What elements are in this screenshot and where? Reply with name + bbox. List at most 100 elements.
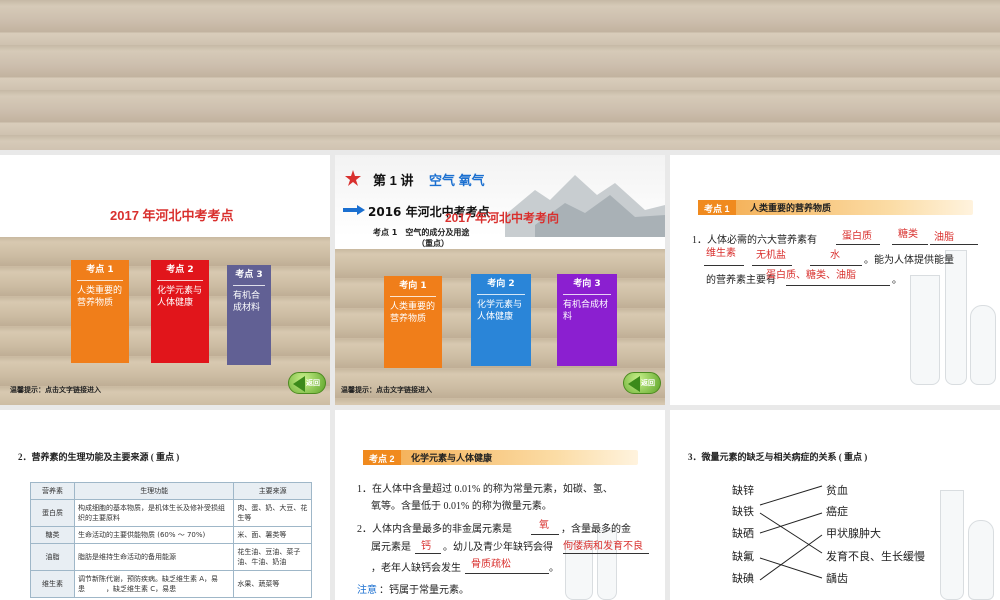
paragraph-text: ，含量最多的金 xyxy=(561,524,631,535)
direction-box-body: 化学元素与人体健康 xyxy=(477,300,523,322)
direction-box-body: 人类重要的营养物质 xyxy=(390,302,436,324)
blank-line xyxy=(415,553,441,554)
question-text: 。 xyxy=(892,275,902,286)
paragraph-text: 氧等。含量低于 0.01% 的称为微量元素。 xyxy=(371,501,552,512)
answer-text: 氧 xyxy=(539,520,549,531)
table-cell: 糖类 xyxy=(30,526,75,544)
blank-line xyxy=(563,553,649,554)
blank-line xyxy=(704,265,744,266)
table-row: 油脂 脂肪是维持生命活动的备用能源 花生油、豆油、菜子油、牛油、奶油 xyxy=(30,543,312,571)
back-arrow-icon xyxy=(293,376,305,392)
paragraph-text: 。幼儿及青少年缺钙会得 xyxy=(443,542,553,553)
star-icon xyxy=(345,170,361,186)
wood-header-background xyxy=(0,0,1000,150)
column-header: 生理功能 xyxy=(73,482,235,500)
back-arrow-icon xyxy=(628,376,640,392)
slide-thumbnail-4[interactable]: 2．营养素的生理功能及主要来源 ( 重点 ) 营养素 生理功能 主要来源 蛋白质… xyxy=(0,410,330,600)
table-row: 糖类 生命活动的主要供能物质 (60% ～ 70%) 米、面、薯类等 xyxy=(30,526,312,544)
direction-link-box[interactable]: 考向 1 人类重要的营养物质 xyxy=(384,276,442,368)
note-text: ：钙属于常量元素。 xyxy=(379,585,469,596)
table-cell: 维生素 xyxy=(30,570,75,598)
answer-text: 维生素 xyxy=(706,248,736,259)
table-cell: 水果、蔬菜等 xyxy=(233,570,312,598)
point-line-sub: （重点） xyxy=(417,239,449,248)
slide-thumbnail-3[interactable]: 考点 1 人类重要的营养物质 1．人体必需的六大营养素有 蛋白质 糖类 油脂 维… xyxy=(670,155,1000,405)
blank-line xyxy=(465,573,549,574)
direction-box-head: 考向 1 xyxy=(390,280,436,297)
topic-link-box[interactable]: 考点 1 人类重要的营养物质 xyxy=(71,260,129,363)
beaker-decoration xyxy=(970,305,996,385)
back-button[interactable]: 返回 xyxy=(288,372,326,394)
blank-line xyxy=(836,244,880,245)
paragraph-text: 属元素是 xyxy=(371,542,411,553)
section-heading: 人类重要的营养物质 xyxy=(750,204,832,214)
table-cell: 构成细胞的基本物质，是机体生长及修补受损组织的主要原料 xyxy=(73,499,235,527)
slide-thumbnail-6[interactable]: 3．微量元素的缺乏与相关病症的关系 ( 重点 ) 缺锌 缺铁 缺硒 缺氟 缺碘 … xyxy=(670,410,1000,600)
slide-thumbnail-1[interactable]: 2017 年河北中考考点 考点 1 人类重要的营养物质 考点 2 化学元素与人体… xyxy=(0,155,330,405)
column-header: 营养素 xyxy=(30,482,75,500)
answer-text: 骨质疏松 xyxy=(471,559,511,570)
note-label: 注意 xyxy=(357,585,377,596)
column-header: 主要来源 xyxy=(233,482,312,500)
slide-title: 2017 年河北中考考点 xyxy=(110,208,234,223)
topic-link-box[interactable]: 考点 2 化学元素与人体健康 xyxy=(151,260,209,363)
paragraph-text: 。 xyxy=(549,563,559,574)
question-text: 。能为人体提供能量 xyxy=(864,255,954,266)
test-tube-decoration xyxy=(945,250,967,385)
answer-text: 糖类 xyxy=(898,229,918,240)
direction-link-box[interactable]: 考向 2 化学元素与人体健康 xyxy=(471,274,531,366)
answer-text: 佝偻病和发育不良 xyxy=(563,541,643,552)
topic-box-body: 有机合成材料 xyxy=(233,291,261,313)
blank-line xyxy=(930,244,978,245)
paragraph-text: 1．在人体中含量超过 0.01% 的称为常量元素，如碳、氢、 xyxy=(357,484,613,495)
table-cell: 生命活动的主要供能物质 (60% ～ 70%) xyxy=(73,526,235,544)
table-row: 蛋白质 构成细胞的基本物质，是机体生长及修补受损组织的主要原料 肉、蛋、奶、大豆… xyxy=(30,499,312,527)
topic-box-head: 考点 3 xyxy=(233,269,265,286)
section-bar xyxy=(363,450,638,465)
section-heading: 化学元素与人体健康 xyxy=(411,454,493,464)
hint-text: 温馨提示：点击文字链接进入 xyxy=(10,386,101,394)
blank-line xyxy=(786,285,890,286)
table-cell: 调节新陈代谢，预防疾病。缺乏维生素 A，易患 ，缺乏维生素 C，易患 xyxy=(73,570,235,598)
answer-text: 钙 xyxy=(421,541,431,552)
table-cell: 油脂 xyxy=(30,543,75,571)
section-tag: 考点 2 xyxy=(363,450,401,465)
lecture-number: 第 1 讲 xyxy=(373,173,414,188)
table-cell: 花生油、豆油、菜子油、牛油、奶油 xyxy=(233,543,312,571)
back-button[interactable]: 返回 xyxy=(623,372,661,394)
direction-box-body: 有机合成材料 xyxy=(563,300,609,322)
answer-text: 油脂 xyxy=(934,232,954,243)
topic-box-body: 化学元素与人体健康 xyxy=(157,286,203,308)
flask-decoration xyxy=(910,275,940,385)
matching-lines xyxy=(759,485,823,581)
slide-thumbnail-5[interactable]: 考点 2 化学元素与人体健康 1．在人体中含量超过 0.01% 的称为常量元素，… xyxy=(335,410,665,600)
blank-line xyxy=(531,534,559,535)
back-label: 返回 xyxy=(306,379,320,387)
direction-link-box[interactable]: 考向 3 有机合成材料 xyxy=(557,274,617,366)
table-cell: 肉、蛋、奶、大豆、花生等 xyxy=(233,499,312,527)
section-bar xyxy=(698,200,973,215)
answer-text: 无机盐 xyxy=(756,250,786,261)
section-heading: 2．营养素的生理功能及主要来源 ( 重点 ) xyxy=(18,452,180,462)
topic-box-body: 人类重要的营养物质 xyxy=(77,286,123,308)
table-cell: 蛋白质 xyxy=(30,499,75,527)
answer-text: 蛋白质 xyxy=(842,231,872,242)
table-header-row: 营养素 生理功能 主要来源 xyxy=(30,482,312,500)
slide-thumbnail-2[interactable]: 第 1 讲 空气 氧气 2016 年河北中考考点 考点 1 空气的成分及用途 （… xyxy=(335,155,665,405)
paragraph-text: 2．人体内含量最多的非金属元素是 xyxy=(357,524,512,535)
table-row: 维生素 调节新陈代谢，预防疾病。缺乏维生素 A，易患 ，缺乏维生素 C，易患 水… xyxy=(30,570,312,598)
topic-link-box[interactable]: 考点 3 有机合成材料 xyxy=(227,265,271,365)
topic-box-head: 考点 2 xyxy=(157,264,203,281)
answer-text: 水 xyxy=(830,250,840,261)
arrow-right-icon xyxy=(343,205,365,215)
point-line: 考点 1 空气的成分及用途 xyxy=(373,228,470,237)
section-tag: 考点 1 xyxy=(698,200,736,215)
topic-box-head: 考点 1 xyxy=(77,264,123,281)
direction-box-head: 考向 3 xyxy=(563,278,611,295)
blank-line xyxy=(892,244,928,245)
back-label: 返回 xyxy=(641,379,655,387)
paragraph-text: ，老年人缺钙会发生 xyxy=(371,563,461,574)
overlay-title: 2017 年河北中考考向 xyxy=(445,211,560,225)
answer-text: 蛋白质、糖类、油脂 xyxy=(766,270,856,281)
direction-box-head: 考向 2 xyxy=(477,278,525,295)
